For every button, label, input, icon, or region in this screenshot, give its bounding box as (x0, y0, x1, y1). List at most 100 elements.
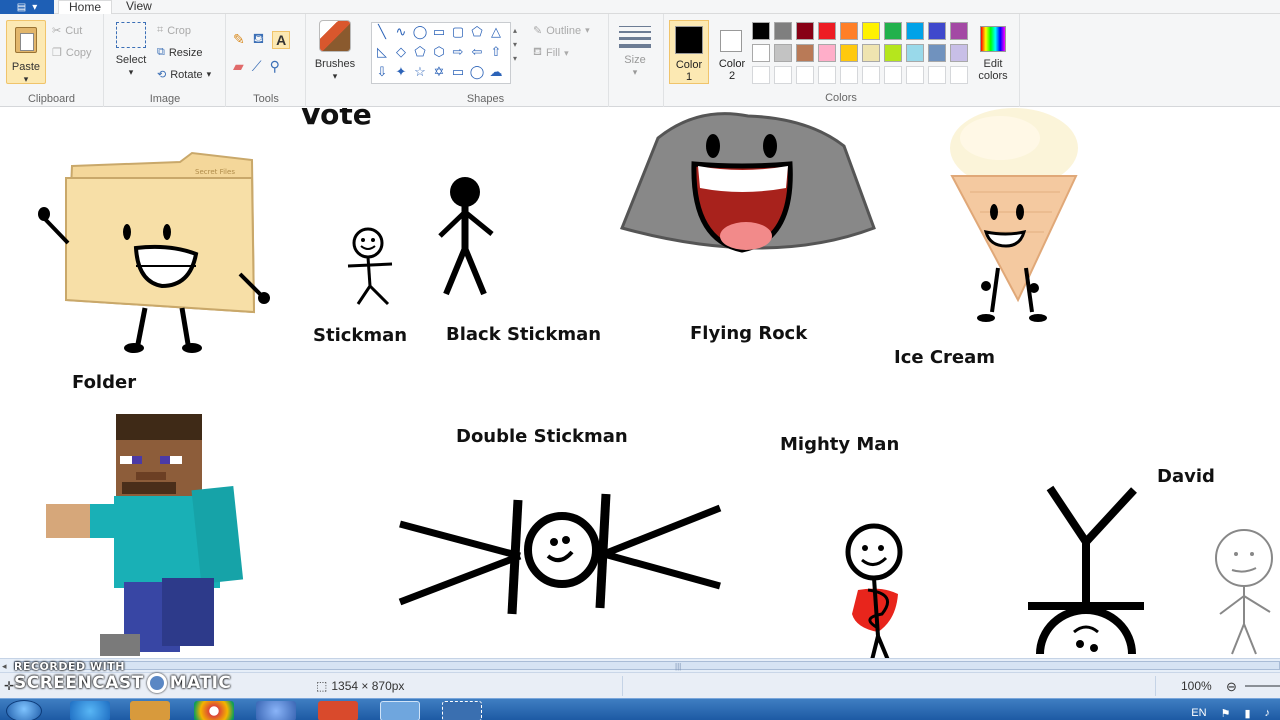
palette-swatch[interactable] (752, 22, 770, 40)
palette-swatch[interactable] (862, 66, 880, 84)
crop-button[interactable]: ⌗ Crop (157, 24, 191, 37)
outline-button[interactable]: ✎ Outline ▾ (533, 24, 590, 38)
brushes-button[interactable]: Brushes ▾ (313, 20, 357, 82)
six-point-star-shape-icon[interactable]: ✡ (431, 64, 447, 80)
paint-app-icon[interactable] (380, 701, 420, 720)
oval-shape-icon[interactable]: ◯ (412, 24, 428, 40)
horizontal-scrollbar[interactable]: ◂ ||| (0, 658, 1280, 672)
palette-swatch[interactable] (906, 22, 924, 40)
palette-swatch[interactable] (950, 44, 968, 62)
palette-swatch[interactable] (928, 66, 946, 84)
palette-swatch[interactable] (818, 22, 836, 40)
select-button[interactable]: Select ▾ (113, 22, 149, 78)
diamond-shape-icon[interactable]: ◇ (393, 44, 409, 60)
rounded-rectangle-shape-icon[interactable]: ▢ (450, 24, 466, 40)
triangle-shape-icon[interactable]: △ (488, 24, 504, 40)
scroll-left-icon[interactable]: ◂ (2, 661, 7, 672)
palette-swatch[interactable] (796, 22, 814, 40)
palette-swatch[interactable] (796, 66, 814, 84)
palette-swatch[interactable] (862, 44, 880, 62)
four-point-star-shape-icon[interactable]: ✦ (393, 64, 409, 80)
tab-home[interactable]: Home (58, 0, 113, 15)
palette-swatch[interactable] (840, 44, 858, 62)
copy-label: Copy (65, 46, 92, 59)
drawing-canvas[interactable]: Vote Secret Files Folder Stickman Black … (0, 108, 1280, 658)
shapes-gallery[interactable]: ╲ ∿ ◯ ▭ ▢ ⬠ △ ◺ ◇ ⬠ ⬡ ⇨ ⇦ ⇧ ⇩ ✦ ☆ ✡ ▭ ◯ (371, 22, 511, 84)
text-tool-icon[interactable]: A (272, 30, 291, 49)
hexagon-shape-icon[interactable]: ⬡ (431, 44, 447, 60)
file-menu-button[interactable]: ▤ ▾ (0, 0, 54, 14)
line-shape-icon[interactable]: ╲ (374, 24, 390, 40)
network-icon[interactable]: ▮ (1244, 707, 1250, 720)
palette-swatch[interactable] (884, 66, 902, 84)
flag-icon[interactable]: ⚑ (1221, 707, 1231, 720)
callout-rect-shape-icon[interactable]: ▭ (450, 64, 466, 80)
fill-button[interactable]: ⛾ Fill ▾ (533, 46, 569, 60)
rotate-button[interactable]: ⟲ Rotate ▾ (157, 68, 211, 82)
palette-swatch[interactable] (774, 44, 792, 62)
paste-button[interactable]: Paste ▾ (6, 20, 46, 84)
select-label: Select (115, 54, 147, 66)
down-arrow-shape-icon[interactable]: ⇩ (374, 64, 390, 80)
language-indicator[interactable]: EN (1191, 707, 1206, 720)
palette-swatch[interactable] (818, 44, 836, 62)
start-button-icon[interactable] (6, 700, 42, 720)
palette-swatch[interactable] (840, 66, 858, 84)
scroll-thumb[interactable]: ||| (14, 661, 1280, 671)
curve-shape-icon[interactable]: ∿ (393, 24, 409, 40)
screencast-app-icon[interactable] (256, 701, 296, 720)
resize-button[interactable]: ⧉ Resize (157, 46, 202, 59)
palette-swatch[interactable] (818, 66, 836, 84)
color1-button[interactable]: Color 1 (669, 20, 709, 84)
copy-button[interactable]: ❐ Copy (52, 46, 92, 60)
up-arrow-shape-icon[interactable]: ⇧ (488, 44, 504, 60)
right-arrow-shape-icon[interactable]: ⇨ (450, 44, 466, 60)
zoom-out-icon[interactable]: ⊖ (1226, 679, 1237, 695)
volume-icon[interactable]: ♪ (1265, 707, 1271, 720)
five-point-star-shape-icon[interactable]: ☆ (412, 64, 428, 80)
palette-swatch[interactable] (752, 66, 770, 84)
eraser-icon[interactable]: ▰ (233, 58, 244, 75)
media-player-icon[interactable] (130, 701, 170, 720)
zoom-slider[interactable] (1245, 685, 1280, 687)
pencil-icon[interactable]: ✎ (233, 31, 245, 48)
palette-swatch[interactable] (774, 22, 792, 40)
rectangle-shape-icon[interactable]: ▭ (431, 24, 447, 40)
line-size-icon (619, 26, 651, 48)
edit-colors-button[interactable]: Edit colors (976, 20, 1010, 90)
palette-swatch[interactable] (796, 44, 814, 62)
powerpoint-icon[interactable] (318, 701, 358, 720)
color2-button[interactable]: Color 2 (712, 20, 752, 84)
tools-group-label: Tools (253, 93, 279, 105)
palette-swatch[interactable] (906, 44, 924, 62)
cloud-shape-icon[interactable]: ☁ (488, 64, 504, 80)
callout-oval-shape-icon[interactable]: ◯ (469, 64, 485, 80)
shapes-scroll[interactable]: ▴ ▾ ▾ (513, 24, 520, 82)
snipping-tool-icon[interactable] (442, 701, 482, 720)
palette-swatch[interactable] (928, 22, 946, 40)
cut-button[interactable]: ✂ Cut (52, 24, 82, 38)
chrome-icon[interactable] (194, 701, 234, 720)
pentagon-shape-icon[interactable]: ⬠ (412, 44, 428, 60)
palette-swatch[interactable] (928, 44, 946, 62)
polygon-shape-icon[interactable]: ⬠ (469, 24, 485, 40)
palette-swatch[interactable] (906, 66, 924, 84)
palette-swatch[interactable] (950, 22, 968, 40)
magnifier-icon[interactable]: ⚲ (270, 58, 280, 75)
fill-bucket-icon[interactable]: ⛾ (253, 30, 264, 49)
dropdown-arrow-icon: ▾ (632, 67, 638, 77)
palette-swatch[interactable] (774, 66, 792, 84)
color-picker-icon[interactable]: ⟋ (252, 58, 262, 75)
palette-swatch[interactable] (840, 22, 858, 40)
tab-view[interactable]: View (116, 0, 162, 15)
palette-swatch[interactable] (950, 66, 968, 84)
left-arrow-shape-icon[interactable]: ⇦ (469, 44, 485, 60)
palette-swatch[interactable] (884, 44, 902, 62)
internet-explorer-icon[interactable] (70, 701, 110, 720)
palette-swatch[interactable] (862, 22, 880, 40)
right-triangle-shape-icon[interactable]: ◺ (374, 44, 390, 60)
palette-swatch[interactable] (884, 22, 902, 40)
image-group: Select ▾ ⌗ Crop ⧉ Resize ⟲ Rotate ▾ Image (105, 14, 226, 107)
palette-swatch[interactable] (752, 44, 770, 62)
size-button[interactable]: Size ▾ (613, 22, 657, 78)
